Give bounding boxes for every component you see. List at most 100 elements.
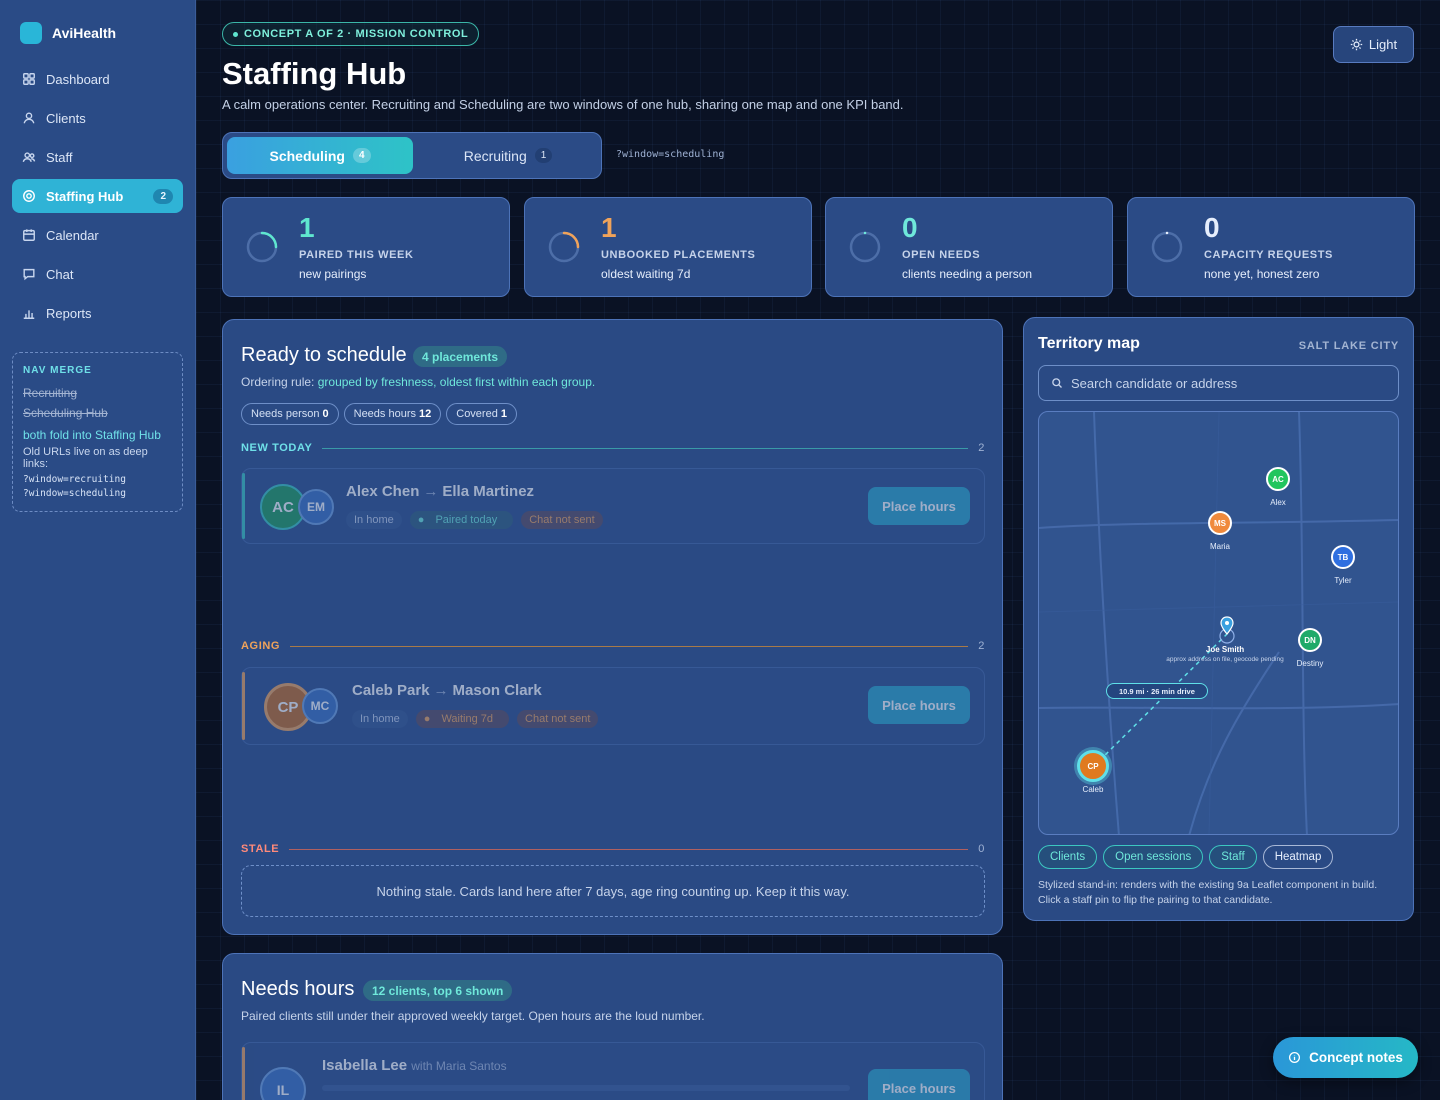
chip-count: 0 [322,408,329,420]
pair-names: Caleb Park → Mason Clark [352,682,542,699]
kpi-label: CAPACITY REQUESTS [1204,249,1333,261]
section-line [289,848,969,850]
brand[interactable]: AviHealth [0,0,195,62]
pill-label: CONCEPT A OF 2 · MISSION CONTROL [244,28,469,40]
chip-count: 1 [500,408,507,420]
map-note: Stylized stand-in: renders with the exis… [1038,879,1378,906]
layer-chip-clients[interactable]: Clients [1038,845,1098,869]
section-count: 2 [978,442,985,454]
rule-prefix: Ordering rule: [241,375,315,389]
map-search-input[interactable]: Search candidate or address [1038,365,1399,401]
pin-label: Alex [1270,498,1286,507]
staff-pin-caleb-selected[interactable]: CP [1077,750,1109,782]
from-name: Alex Chen [346,483,420,500]
nav-label: Staffing Hub [46,188,124,204]
staff-pin-destiny[interactable]: DN [1298,628,1322,652]
place-hours-button[interactable]: Place hours [868,686,970,724]
nav-item-calendar[interactable]: Calendar [12,218,183,252]
merge-link-scheduling: ?window=scheduling [23,488,126,499]
placement-card[interactable]: AC EM Alex Chen → Ella Martinez In home ● … [241,468,985,544]
map-city: SALT LAKE CITY [1298,340,1399,352]
kpi-unbooked[interactable]: 1 UNBOOKED PLACEMENTS oldest waiting 7d [524,197,812,297]
client-location-pin-icon[interactable] [1217,616,1237,644]
kpi-value: 1 [601,212,617,243]
arrow-icon: → [423,483,439,500]
section-label: AGING [241,640,281,652]
nav-item-chat[interactable]: Chat [12,257,183,291]
needs-hours-card[interactable]: IL Isabella Lee with Maria Santos Place … [241,1042,985,1100]
staff-pin-tyler[interactable]: TB [1331,545,1355,569]
layer-chip-staff[interactable]: Staff [1209,845,1257,869]
tab-label: Scheduling [269,147,345,164]
nav-item-reports[interactable]: Reports [12,296,183,330]
nav-label: Chat [46,266,74,282]
map-layer-chips: Clients Open sessions Staff Heatmap [1038,845,1334,869]
placement-card[interactable]: CP MC Caleb Park → Mason Clark In home ● W… [241,667,985,745]
territory-map[interactable]: AC Alex MS Maria TB Tyler DN Destiny CP … [1038,411,1399,835]
avatar-pair: CP MC [260,682,340,731]
chip-needs-hours[interactable]: Needs hours 12 [343,403,442,425]
concept-notes-button[interactable]: Concept notes [1273,1037,1418,1078]
freshness-bar [242,672,245,740]
arrow-icon: → [433,682,449,699]
hours-progress-track [322,1085,850,1091]
section-line [290,645,969,647]
progress-ring [849,231,881,263]
place-hours-button[interactable]: Place hours [868,487,970,525]
main: CONCEPT A OF 2 · MISSION CONTROL Staffin… [196,0,1440,1100]
pin-label: Tyler [1334,576,1352,585]
merge-note: Old URLs live on as deep links: [23,446,148,470]
nav-item-staffing-hub[interactable]: Staffing Hub 2 [12,179,183,213]
ready-title: Ready to schedule [241,344,407,366]
merge-old-recruiting: Recruiting [23,386,78,400]
kpi-capacity[interactable]: 0 CAPACITY REQUESTS none yet, honest zer… [1127,197,1415,297]
nav-item-clients[interactable]: Clients [12,101,183,135]
section-new-today: NEW TODAY 2 [241,441,985,455]
search-icon [1052,378,1062,388]
tab-recruiting[interactable]: Recruiting 1 [417,137,599,174]
chip-needs-person[interactable]: Needs person 0 [241,403,339,425]
users-icon [22,152,36,163]
search-placeholder: Search candidate or address [1071,375,1238,391]
kpi-label: PAIRED THIS WEEK [299,249,414,261]
kpi-open-needs[interactable]: 0 OPEN NEEDS clients needing a person [825,197,1113,297]
kpi-sub: none yet, honest zero [1204,267,1320,281]
to-name: Ella Martinez [442,483,535,500]
avatar: MC [302,688,338,724]
nav-badge: 2 [153,188,173,204]
meta-chat: Chat not sent [521,511,603,529]
needs-hours-panel: Needs hours 12 clients, top 6 shown Pair… [222,953,1003,1100]
tab-scheduling[interactable]: Scheduling 4 [227,137,413,174]
section-count: 2 [978,640,985,652]
needs-hours-title: Needs hours [241,978,355,1000]
section-line [322,447,969,449]
layer-chip-open-sessions[interactable]: Open sessions [1103,845,1204,869]
page-title: Staffing Hub [222,56,407,91]
freshness-bar [242,473,245,539]
meta-status: ● Waiting 7d [415,710,510,728]
info-icon [1289,1051,1301,1064]
client-name-row: Isabella Lee with Maria Santos [322,1057,507,1074]
merge-fold: both fold into Staffing Hub [23,428,161,442]
staff-pin-maria[interactable]: MS [1208,511,1232,535]
stale-empty-state: Nothing stale. Cards land here after 7 d… [241,865,985,917]
kpi-paired[interactable]: 1 PAIRED THIS WEEK new pairings [222,197,510,297]
nav-label: Calendar [46,227,99,243]
kpi-sub: oldest waiting 7d [601,267,691,281]
place-hours-button[interactable]: Place hours [868,1069,970,1100]
sun-icon [1350,38,1363,51]
staff-pin-alex[interactable]: AC [1266,467,1290,491]
grid-icon [23,73,35,85]
client-geocode-note: approx address on file, geocode pending [1166,656,1284,663]
theme-toggle-button[interactable]: Light [1333,26,1414,63]
nav-item-staff[interactable]: Staff [12,140,183,174]
pin-label: Maria [1209,542,1230,551]
meta-status: ● Paired today [409,511,514,529]
kpi-sub: clients needing a person [902,267,1033,281]
nav-item-dashboard[interactable]: Dashboard [12,62,183,96]
layer-chip-heatmap[interactable]: Heatmap [1262,845,1334,869]
concept-notes-label: Concept notes [1309,1050,1403,1065]
chip-covered[interactable]: Covered 1 [446,403,517,425]
sidebar: AviHealth Dashboard Clients Staff Staffi… [0,0,196,1100]
client-name-label: Joe Smith [1205,645,1245,654]
